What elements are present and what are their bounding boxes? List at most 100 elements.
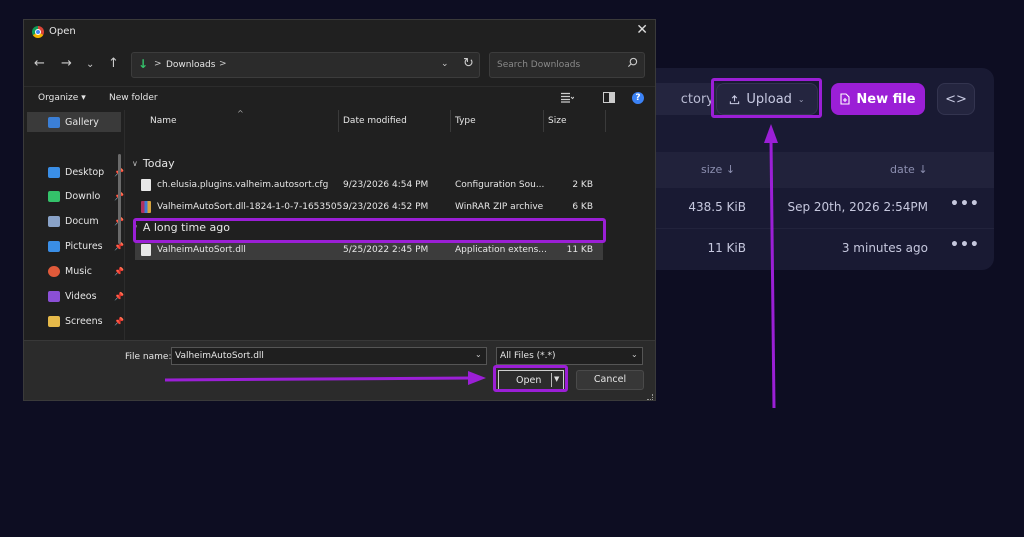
pictures-icon: [48, 240, 60, 252]
file-name: ValheimAutoSort.dll-1824-1-0-7-1653505..…: [157, 202, 351, 212]
size-column-header[interactable]: size ↓: [701, 163, 735, 176]
new-file-button[interactable]: New file: [831, 83, 925, 115]
sidebar-item-documents[interactable]: Docum 📌: [48, 211, 126, 231]
highlight-open-button-box: [493, 365, 568, 392]
preview-pane-icon[interactable]: [603, 92, 615, 103]
music-icon: [48, 265, 60, 277]
refresh-icon[interactable]: ↻: [463, 56, 474, 71]
videos-icon: [48, 290, 60, 302]
column-divider[interactable]: [543, 110, 544, 132]
code-icon: <>: [945, 91, 967, 107]
file-size: 2 KB: [572, 180, 593, 190]
sort-ascending-icon: ^: [237, 109, 244, 118]
chevron-down-icon[interactable]: ⌄: [475, 350, 482, 359]
file-size: 6 KB: [572, 202, 593, 212]
up-arrow-icon[interactable]: ↑: [108, 56, 119, 71]
column-header-name[interactable]: Name: [150, 116, 177, 126]
forward-arrow-icon[interactable]: →: [61, 56, 72, 71]
chevron-down-icon[interactable]: ⌄: [631, 350, 638, 359]
sidebar-item-pictures[interactable]: Pictures 📌: [48, 236, 126, 256]
organize-button[interactable]: Organize ▾: [38, 93, 86, 103]
table-row[interactable]: 11 KiB 3 minutes ago •••: [600, 228, 994, 268]
file-name-label: File name:: [125, 352, 172, 362]
group-header-today[interactable]: ∨ Today: [132, 157, 175, 170]
folder-icon: [48, 315, 60, 327]
back-arrow-icon[interactable]: ←: [34, 56, 45, 71]
resize-grip-icon[interactable]: [647, 394, 653, 400]
sidebar-item-videos[interactable]: Videos 📌: [48, 286, 126, 306]
code-view-button[interactable]: <>: [937, 83, 975, 115]
row-size: 11 KiB: [707, 241, 746, 255]
file-date: 9/23/2026 4:52 PM: [343, 202, 429, 212]
file-name: ch.elusia.plugins.valheim.autosort.cfg: [157, 180, 329, 190]
downloads-icon: [48, 190, 60, 202]
table-header: [600, 152, 994, 188]
sidebar-item-desktop[interactable]: Desktop 📌: [48, 162, 126, 182]
new-directory-label: ctory: [680, 91, 714, 107]
column-header-type[interactable]: Type: [455, 116, 476, 126]
file-type-select[interactable]: All Files (*.*): [496, 347, 643, 365]
date-column-header[interactable]: date ↓: [890, 163, 928, 176]
navigation-pane: Gallery Desktop 📌 Downlo 📌 Docum 📌 Pictu…: [24, 110, 125, 340]
new-file-label: New file: [856, 91, 916, 107]
sort-down-icon: ↓: [725, 163, 736, 176]
row-date: 3 minutes ago: [841, 241, 928, 255]
sidebar-item-gallery[interactable]: Gallery: [27, 112, 121, 132]
column-header-date[interactable]: Date modified: [343, 116, 407, 126]
chrome-icon: [32, 26, 44, 38]
sidebar-item-music[interactable]: Music 📌: [48, 261, 126, 281]
highlight-selected-file-box: [133, 218, 606, 243]
file-list-header: ^ Name Date modified Type Size: [125, 109, 655, 132]
file-name-input[interactable]: ValheimAutoSort.dll: [171, 347, 487, 365]
close-icon[interactable]: ✕: [636, 22, 648, 38]
chevron-down-icon[interactable]: ⌄: [441, 59, 449, 69]
sidebar-scrollbar[interactable]: [118, 154, 121, 244]
search-placeholder: Search Downloads: [497, 60, 581, 70]
recent-locations-chevron-icon[interactable]: ⌄: [86, 59, 94, 70]
pin-icon: 📌: [114, 266, 124, 276]
dll-file-icon: [141, 244, 151, 256]
sort-down-icon: ↓: [918, 163, 928, 176]
file-name: ValheimAutoSort.dll: [157, 245, 246, 255]
sidebar-item-downloads[interactable]: Downlo 📌: [48, 186, 126, 206]
row-size: 438.5 KiB: [688, 200, 746, 214]
pin-icon: 📌: [114, 291, 124, 301]
address-bar[interactable]: ↓ > Downloads > ⌄ ↻: [131, 52, 480, 78]
file-size: 11 KB: [566, 245, 593, 255]
column-divider[interactable]: [605, 110, 606, 132]
new-folder-button[interactable]: New folder: [109, 93, 158, 103]
help-icon[interactable]: ?: [632, 92, 644, 104]
cancel-button[interactable]: Cancel: [576, 370, 644, 390]
config-file-icon: [141, 179, 151, 191]
navigation-bar: ← → ⌄ ↑ ↓ > Downloads > ⌄ ↻ Search Downl…: [24, 50, 655, 80]
view-options-icon[interactable]: [561, 92, 574, 103]
highlight-upload-box: [711, 78, 822, 118]
chevron-down-icon: ▾: [81, 93, 86, 103]
command-bar: Organize ▾ New folder ?: [24, 86, 655, 110]
column-divider[interactable]: [450, 110, 451, 132]
column-header-size[interactable]: Size: [548, 116, 566, 126]
search-input[interactable]: Search Downloads: [489, 52, 645, 78]
open-file-dialog: Open ✕ ← → ⌄ ↑ ↓ > Downloads > ⌄ ↻ Searc…: [23, 19, 656, 401]
list-item[interactable]: ch.elusia.plugins.valheim.autosort.cfg 9…: [135, 175, 603, 195]
breadcrumb-downloads[interactable]: Downloads: [166, 60, 215, 70]
table-row[interactable]: 438.5 KiB Sep 20th, 2026 2:54PM •••: [600, 188, 994, 228]
desktop-icon: [48, 166, 60, 178]
column-divider[interactable]: [338, 110, 339, 132]
row-date: Sep 20th, 2026 2:54PM: [787, 200, 928, 214]
breadcrumb-separator[interactable]: >: [219, 59, 227, 69]
dialog-titlebar[interactable]: Open ✕: [24, 20, 655, 44]
search-icon: [627, 57, 638, 68]
more-options-icon[interactable]: •••: [950, 196, 980, 212]
file-type: WinRAR ZIP archive: [455, 202, 544, 212]
breadcrumb-separator: >: [154, 59, 162, 69]
list-item-selected[interactable]: ValheimAutoSort.dll 5/25/2022 2:45 PM Ap…: [135, 240, 603, 260]
list-item[interactable]: ValheimAutoSort.dll-1824-1-0-7-1653505..…: [135, 197, 603, 217]
pin-icon: 📌: [114, 316, 124, 326]
dialog-title: Open: [49, 26, 76, 37]
sidebar-item-screenshots[interactable]: Screens 📌: [48, 311, 126, 331]
file-type: Application extens...: [455, 245, 547, 255]
more-options-icon[interactable]: •••: [950, 237, 980, 253]
file-date: 9/23/2026 4:54 PM: [343, 180, 429, 190]
new-file-icon: [840, 93, 850, 105]
